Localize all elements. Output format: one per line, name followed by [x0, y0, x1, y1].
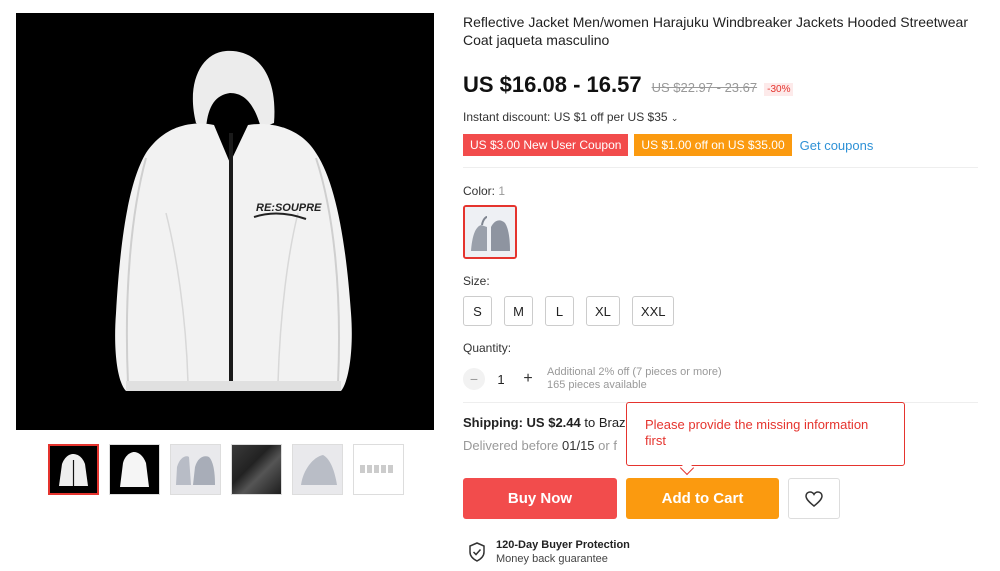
instant-discount[interactable]: Instant discount: US $1 off per US $35 ⌄ [463, 110, 678, 124]
size-option-m[interactable]: M [504, 296, 533, 326]
divider [463, 167, 978, 168]
shipping-destination[interactable]: to Braz [581, 415, 625, 430]
color-swatch-1[interactable] [463, 205, 517, 259]
quantity-value[interactable]: 1 [485, 372, 517, 387]
missing-info-tooltip: Please provide the missing information f… [626, 402, 905, 466]
get-coupons-link[interactable]: Get coupons [800, 138, 874, 153]
heart-icon [805, 490, 823, 507]
store-coupon[interactable]: US $1.00 off on US $35.00 [634, 134, 792, 156]
original-price: US $22.97 - 23.67 [651, 80, 758, 95]
quantity-label: Quantity: [463, 341, 512, 355]
size-option-l[interactable]: L [545, 296, 574, 326]
protection-subtitle: Money back guarantee [496, 553, 608, 565]
size-label: Size: [463, 274, 490, 288]
delivery-estimate: Delivered before 01/15 or f [463, 438, 617, 453]
color-label-text: Color: [463, 184, 496, 198]
size-options: S M L XL XXL [463, 296, 675, 326]
product-title: Reflective Jacket Men/women Harajuku Win… [463, 14, 969, 48]
thumbnail-5[interactable] [292, 444, 343, 495]
thumbnail-4[interactable] [231, 444, 282, 495]
delivery-date: 01/15 [562, 438, 595, 453]
coupon-row: US $3.00 New User Coupon US $1.00 off on… [463, 134, 873, 156]
instant-discount-text: Instant discount: US $1 off per US $35 [463, 110, 668, 124]
delivered-prefix: Delivered before [463, 438, 562, 453]
main-product-image[interactable]: RE:SOUPRE [16, 13, 434, 430]
current-price: US $16.08 - 16.57 [463, 72, 642, 97]
color-value: 1 [498, 184, 506, 198]
size-option-xxl[interactable]: XXL [631, 296, 675, 326]
shipping-info: Shipping: US $2.44 to Braz [463, 415, 626, 430]
thumbnail-1[interactable] [48, 444, 99, 495]
protection-title: 120-Day Buyer Protection [496, 539, 630, 551]
shield-check-icon [469, 542, 485, 562]
new-user-coupon[interactable]: US $3.00 New User Coupon [463, 134, 629, 156]
stock-available: 165 pieces available [547, 379, 647, 391]
thumbnail-2[interactable] [109, 444, 160, 495]
buy-now-button[interactable]: Buy Now [463, 478, 617, 519]
size-option-xl[interactable]: XL [586, 296, 620, 326]
jacket-logo-text: RE:SOUPRE [256, 202, 322, 214]
thumbnail-strip [48, 444, 404, 495]
delivered-suffix: or f [594, 438, 617, 453]
price-row: US $16.08 - 16.57 US $22.97 - 23.67 -30% [463, 72, 794, 98]
quantity-decrease-button[interactable]: − [463, 368, 485, 390]
thumbnail-3[interactable] [170, 444, 221, 495]
add-to-cart-button[interactable]: Add to Cart [626, 478, 779, 519]
size-option-s[interactable]: S [463, 296, 492, 326]
quantity-info: Additional 2% off (7 pieces or more) 165… [547, 366, 722, 392]
buyer-protection: 120-Day Buyer Protection Money back guar… [468, 538, 630, 566]
chevron-down-icon: ⌄ [670, 113, 679, 123]
shipping-cost: Shipping: US $2.44 [463, 415, 581, 430]
quantity-increase-button[interactable]: + [517, 368, 539, 390]
color-label: Color: 1 [463, 184, 505, 198]
quantity-stepper: − 1 + Additional 2% off (7 pieces or mor… [463, 366, 722, 392]
thumbnail-6[interactable] [353, 444, 404, 495]
wishlist-button[interactable] [788, 478, 840, 519]
discount-badge: -30% [764, 83, 794, 96]
bulk-discount-note: Additional 2% off (7 pieces or more) [547, 366, 722, 378]
